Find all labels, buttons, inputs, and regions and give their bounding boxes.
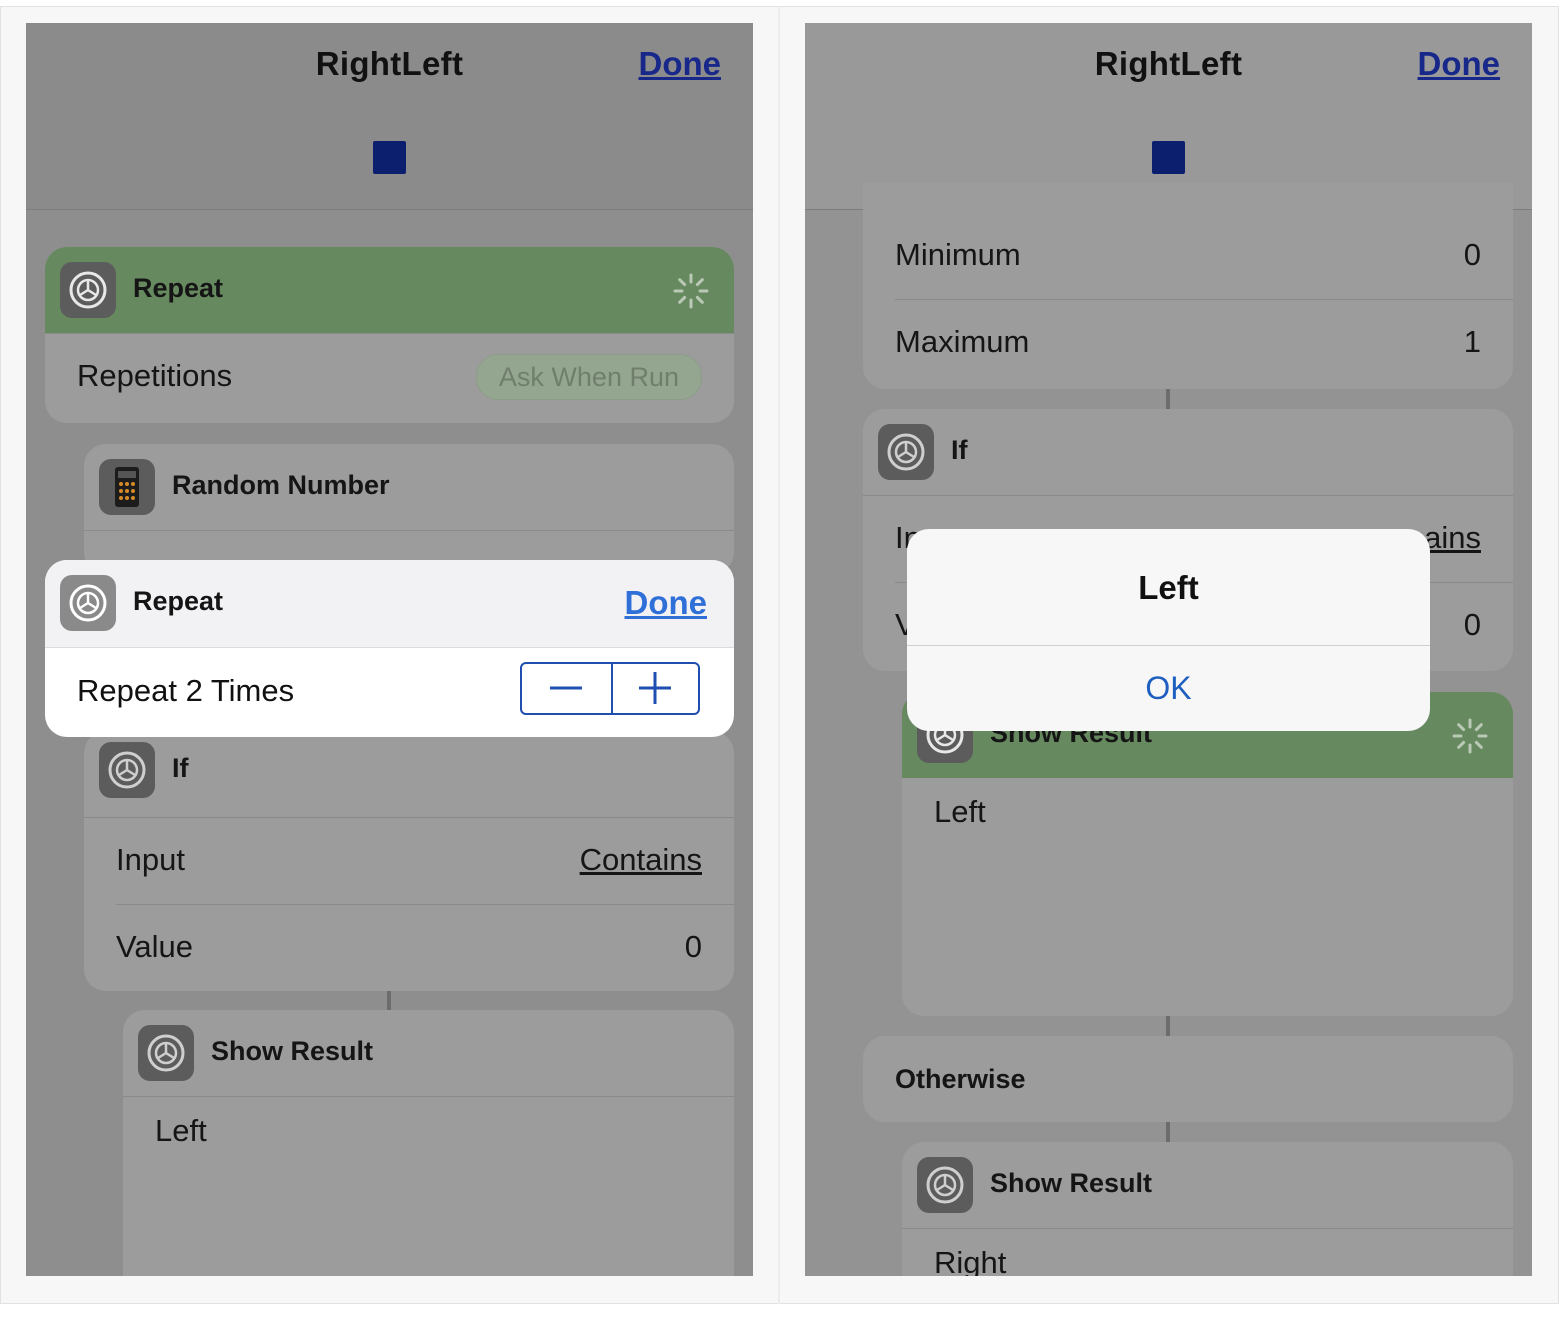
card-header: If (863, 409, 1513, 495)
card-title: If (172, 753, 189, 783)
row-label: Value (116, 929, 193, 964)
card-header: Show Result (902, 1142, 1513, 1228)
done-button[interactable]: Done (1418, 45, 1501, 83)
gear-icon (878, 424, 934, 480)
card-header: Random Number (84, 444, 734, 530)
popover-title: Repeat (133, 586, 224, 616)
flow-connector (1166, 1016, 1170, 1036)
card-header: If (84, 731, 734, 817)
if-value-row: Value 0 (116, 904, 734, 991)
row-label: Minimum (895, 237, 1021, 272)
minus-icon[interactable] (522, 664, 613, 713)
card-title: Show Result (211, 1036, 374, 1066)
card-title: Show Result (990, 1168, 1153, 1198)
stop-icon[interactable] (373, 141, 406, 174)
gear-icon (60, 575, 116, 631)
maximum-row: Maximum 1 (895, 299, 1513, 386)
row-value[interactable]: 0 (685, 929, 702, 965)
condition-link[interactable]: ains (1424, 520, 1481, 556)
flow-connector (387, 991, 391, 1011)
result-text-area[interactable]: Right (902, 1228, 1513, 1276)
repeat-stepper (520, 662, 700, 715)
result-text: Left (155, 1113, 207, 1148)
condition-link[interactable]: Contains (580, 842, 702, 878)
if-action-card[interactable]: If Input Contains Value 0 (84, 731, 734, 991)
show-result-card[interactable]: Show Result Left (123, 1010, 734, 1276)
right-screen: RightLeft Done Minimum 0 Maximum 1 If In… (805, 23, 1532, 1276)
alert-title: Left (1138, 569, 1199, 606)
card-title: If (951, 435, 968, 465)
ask-when-run-pill[interactable]: Ask When Run (475, 354, 702, 400)
random-number-card[interactable]: Random Number (84, 444, 734, 574)
if-input-row: Input Contains (84, 817, 734, 904)
nav-bar: RightLeft Done (805, 23, 1532, 210)
gear-icon (99, 742, 155, 798)
ok-button[interactable]: OK (907, 645, 1430, 731)
row-value[interactable]: 1 (1464, 324, 1481, 360)
minimum-row: Minimum 0 (895, 213, 1513, 299)
spinner-icon (673, 273, 709, 309)
repeat-count-label: Repeat 2 Times (77, 673, 295, 708)
result-text: Left (934, 794, 986, 829)
card-title: Random Number (172, 470, 390, 500)
left-screen: RightLeft Done Repeat Repetitions Ask Wh… (26, 23, 753, 1276)
show-result-card[interactable]: Show Result Left (902, 692, 1513, 1016)
panel-divider (778, 6, 780, 1304)
result-text-area[interactable]: Left (902, 778, 1513, 1016)
repetitions-row: Repetitions Ask When Run (45, 333, 734, 420)
gear-icon (917, 1157, 973, 1213)
spinner-icon (1452, 718, 1488, 754)
card-header: Show Result (123, 1010, 734, 1096)
show-result-card-2[interactable]: Show Result Right (902, 1142, 1513, 1276)
card-title: Repeat (133, 273, 224, 303)
nav-bar: RightLeft Done (26, 23, 753, 210)
row-label: Input (116, 842, 185, 877)
repeat-popover: Repeat Done Repeat 2 Times (45, 560, 734, 737)
flow-connector (1166, 1122, 1170, 1142)
otherwise-card[interactable]: Otherwise (863, 1036, 1513, 1122)
stop-icon[interactable] (1152, 141, 1185, 174)
row-label: Maximum (895, 324, 1030, 359)
popover-done-button[interactable]: Done (625, 584, 708, 622)
repeat-action-card[interactable]: Repeat Repetitions Ask When Run (45, 247, 734, 423)
result-text: Right (934, 1245, 1007, 1276)
row-label: Repetitions (77, 358, 233, 393)
plus-icon[interactable] (611, 664, 700, 713)
card-header: Repeat (45, 247, 734, 333)
row-value[interactable]: 0 (1464, 607, 1481, 643)
row-value[interactable]: 0 (1464, 237, 1481, 273)
random-number-card[interactable]: Minimum 0 Maximum 1 (863, 183, 1513, 389)
popover-header: Repeat Done (45, 560, 734, 648)
card-title: Otherwise (895, 1064, 1026, 1094)
calculator-icon (99, 459, 155, 515)
done-button[interactable]: Done (639, 45, 722, 83)
flow-connector (1166, 389, 1170, 409)
result-text-area[interactable]: Left (123, 1096, 734, 1276)
result-alert: Left OK (907, 529, 1430, 731)
gear-icon (138, 1025, 194, 1081)
gear-icon (60, 262, 116, 318)
